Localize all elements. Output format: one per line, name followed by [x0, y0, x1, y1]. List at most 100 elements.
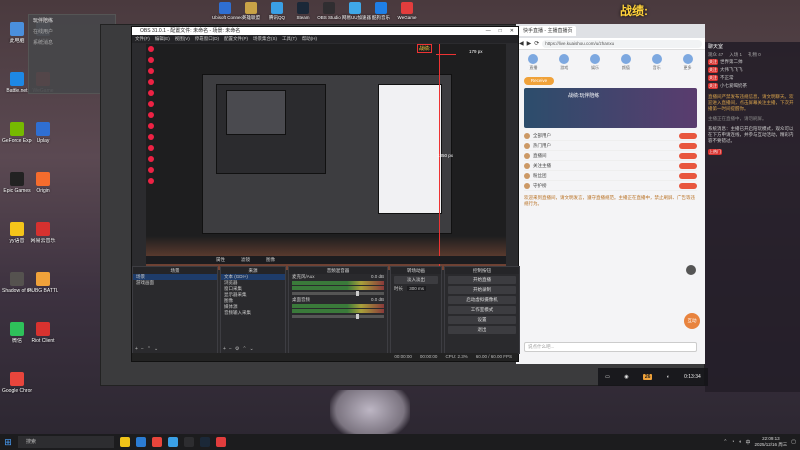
- taskbar-app-icon[interactable]: [120, 437, 130, 447]
- settings-button[interactable]: 设置: [448, 316, 516, 324]
- duration-input[interactable]: 300 ms: [407, 286, 427, 291]
- studio-mode-button[interactable]: 工作室模式: [448, 306, 516, 314]
- remove-icon[interactable]: −: [141, 346, 144, 352]
- close-icon[interactable]: ✕: [510, 27, 514, 35]
- properties-button[interactable]: 属性: [216, 257, 225, 263]
- source-bounding-label[interactable]: 战绩:: [417, 44, 433, 53]
- up-icon[interactable]: ⌃: [147, 346, 151, 352]
- volume-slider[interactable]: [292, 314, 384, 319]
- desktop-shortcut[interactable]: 网易云音乐: [28, 222, 58, 244]
- hot-tag[interactable]: 上热门: [708, 149, 722, 155]
- taskbar-app-icon[interactable]: [136, 437, 146, 447]
- url-input[interactable]: https://live.kuaishou.com/u/zhanxu: [542, 39, 702, 48]
- notification-icon[interactable]: ▢: [791, 439, 796, 445]
- add-icon[interactable]: +: [135, 346, 138, 352]
- browser-nav-item[interactable]: 音乐: [650, 54, 664, 71]
- list-item[interactable]: 直播间: [524, 151, 697, 161]
- desktop-shortcut[interactable]: 英雄联盟: [238, 0, 264, 21]
- volume-icon[interactable]: ◖: [738, 439, 741, 445]
- menu-item[interactable]: 文件(F): [135, 35, 150, 43]
- speaker-icon[interactable]: ◐: [667, 374, 670, 380]
- taskbar-app-icon[interactable]: [184, 437, 194, 447]
- browser-nav-item[interactable]: 颜值: [619, 54, 633, 71]
- minimize-icon[interactable]: —: [486, 27, 491, 35]
- room-user-row[interactable]: 关注 小七爱喝奶茶: [705, 82, 800, 90]
- taskbar-app-icon[interactable]: [168, 437, 178, 447]
- down-icon[interactable]: ⌄: [154, 346, 158, 352]
- source-item[interactable]: 音频输入采集: [221, 310, 285, 316]
- desktop-shortcut[interactable]: Uplay: [28, 122, 58, 144]
- image-button[interactable]: 图像: [266, 257, 275, 263]
- windows-start-icon[interactable]: ⊞: [0, 434, 16, 450]
- follow-button[interactable]: [679, 182, 697, 189]
- taskbar-search[interactable]: 搜索: [18, 436, 114, 448]
- add-icon[interactable]: +: [223, 346, 226, 352]
- volume-slider[interactable]: [292, 291, 384, 296]
- menu-item[interactable]: 配置文件(P): [224, 35, 248, 43]
- taskbar-app-icon[interactable]: [152, 437, 162, 447]
- mic-icon[interactable]: ◉: [624, 374, 628, 380]
- filters-button[interactable]: 滤镜: [241, 257, 250, 263]
- chat-room-panel[interactable]: 聊天室 观众 47 入场 1 礼物 0 关注 世界第二帅 关注 大伟飞飞飞 关注 不正常关…: [705, 42, 800, 392]
- receive-button[interactable]: Receive: [524, 77, 554, 85]
- interaction-float-button[interactable]: 互动: [684, 313, 700, 329]
- list-item[interactable]: 关注主播: [524, 161, 697, 171]
- desktop-shortcut[interactable]: PUBG BATTLEGR: [28, 272, 58, 294]
- room-user-row[interactable]: 关注 不正常: [705, 74, 800, 82]
- menu-item[interactable]: 帮助(H): [302, 35, 317, 43]
- browser-tab[interactable]: 快手直播 - 主播直播页: [519, 26, 577, 36]
- menu-item[interactable]: 场景集合(S): [253, 35, 277, 43]
- up-icon[interactable]: ⌃: [242, 346, 246, 352]
- network-icon[interactable]: ◔: [731, 439, 734, 445]
- remove-icon[interactable]: −: [229, 346, 232, 352]
- follow-button[interactable]: [679, 162, 697, 169]
- menu-item[interactable]: 停靠窗口(D): [195, 35, 219, 43]
- tab-entries[interactable]: 入场 1: [729, 52, 742, 58]
- desktop-shortcut[interactable]: Origin: [28, 172, 58, 194]
- chevron-up-icon[interactable]: ⌃: [723, 439, 727, 445]
- browser-window[interactable]: 快手直播 - 主播直播页 ◀ ▶ ⟳ https://live.kuaishou…: [516, 24, 705, 364]
- gear-icon[interactable]: ⚙: [235, 346, 239, 352]
- refresh-icon[interactable]: ⟳: [534, 40, 539, 47]
- list-item[interactable]: 粉丝团: [524, 171, 697, 181]
- maximize-icon[interactable]: □: [499, 27, 502, 35]
- taskbar-app-icon[interactable]: [200, 437, 210, 447]
- browser-nav-item[interactable]: 更多: [681, 54, 695, 71]
- chat-input[interactable]: 说点什么吧...: [524, 342, 697, 352]
- float-avatar[interactable]: [686, 265, 696, 275]
- desktop-shortcut[interactable]: 腾讯QQ: [264, 0, 290, 21]
- browser-nav-item[interactable]: 娱乐: [588, 54, 602, 71]
- desktop-shortcut[interactable]: Ubisoft Connect: [212, 0, 244, 20]
- browser-nav-item[interactable]: 直播: [526, 54, 540, 71]
- browser-nav-item[interactable]: 游戏: [557, 54, 571, 71]
- tab-gifts[interactable]: 礼物 0: [748, 52, 761, 58]
- exit-button[interactable]: 退出: [448, 326, 516, 334]
- menu-item[interactable]: 视图(V): [175, 35, 190, 43]
- desktop-shortcut[interactable]: Steam: [290, 0, 316, 20]
- obs-window[interactable]: OBS 31.0.1 - 配置文件: 未命名 - 场景: 未命名 — □ ✕ 文…: [131, 26, 520, 362]
- room-user-row[interactable]: 关注 大伟飞飞飞: [705, 66, 800, 74]
- desktop-shortcut[interactable]: Riot Client: [28, 322, 58, 344]
- tab-viewers[interactable]: 观众 47: [708, 52, 723, 58]
- back-icon[interactable]: ◀: [519, 40, 524, 47]
- clock[interactable]: 22:09:13 2025/12/16 周三: [754, 436, 787, 448]
- follow-button[interactable]: [679, 132, 697, 139]
- menu-item[interactable]: 工具(T): [282, 35, 297, 43]
- start-recording-button[interactable]: 开始录制: [448, 286, 516, 294]
- live-banner[interactable]: 战绩:玩伴陪练: [524, 88, 697, 128]
- chat-icon[interactable]: ▭: [605, 374, 610, 380]
- forward-icon[interactable]: ▶: [527, 40, 532, 47]
- desktop-shortcut[interactable]: WeGame: [394, 0, 420, 20]
- transition-select[interactable]: 淡入淡出: [394, 276, 438, 284]
- language-indicator[interactable]: 中: [745, 439, 750, 446]
- follow-button[interactable]: [679, 152, 697, 159]
- follow-button[interactable]: [679, 142, 697, 149]
- scene-item[interactable]: 游戏画面: [133, 280, 217, 286]
- virtual-camera-button[interactable]: 启动虚拟摄像机: [448, 296, 516, 304]
- desktop-shortcut[interactable]: 网易UU加速器: [342, 0, 371, 21]
- down-icon[interactable]: ⌄: [250, 346, 254, 352]
- desktop-shortcut[interactable]: Google Chrome: [2, 372, 32, 394]
- desktop-shortcut[interactable]: OBS Studio: [316, 0, 342, 20]
- room-user-row[interactable]: 关注 世界第二帅: [705, 58, 800, 66]
- menu-item[interactable]: 编辑(E): [155, 35, 170, 43]
